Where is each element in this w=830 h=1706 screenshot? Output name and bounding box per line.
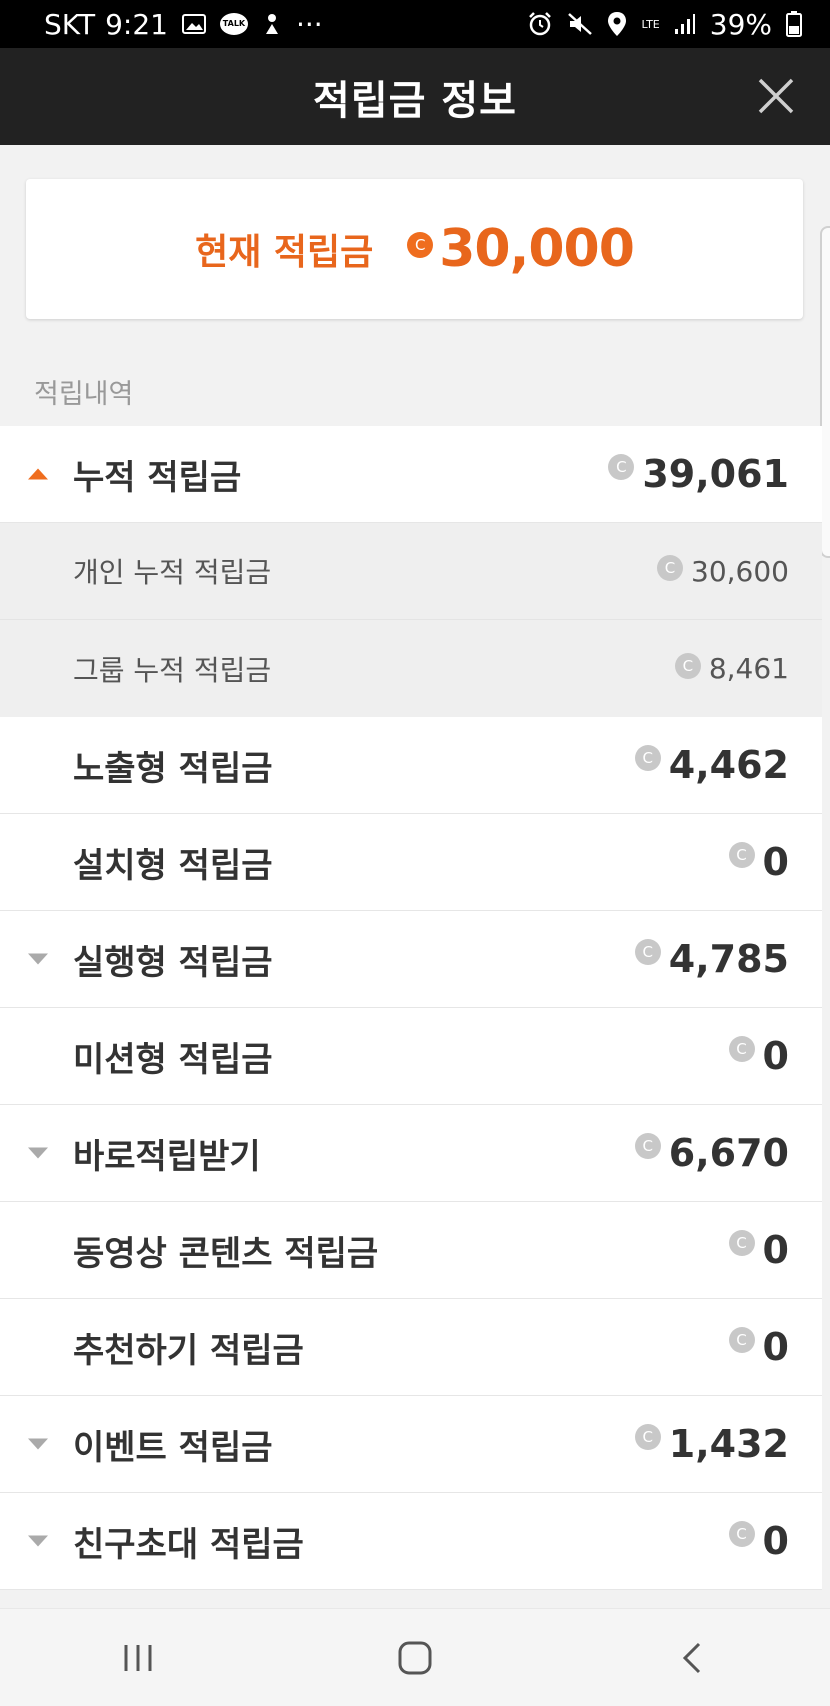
lte-indicator: LTE	[641, 17, 660, 31]
list-item[interactable]: 바로적립받기 C 6,670	[0, 1105, 822, 1202]
list-item-amount: 6,670	[668, 1131, 789, 1175]
list-item-amount: 0	[762, 840, 789, 884]
list-item-value: C 39,061	[608, 452, 789, 496]
coin-icon: C	[728, 842, 755, 868]
mute-icon	[567, 12, 593, 36]
battery-percent: 39%	[709, 7, 772, 41]
list-item: 설치형 적립금 C 0	[0, 814, 822, 911]
list-item-label: 미션형 적립금	[73, 1039, 273, 1080]
list-item-label: 추천하기 적립금	[73, 1330, 304, 1371]
system-nav-bar	[0, 1608, 830, 1706]
list-item-amount: 4,785	[668, 937, 789, 981]
list-item-value: C0	[728, 1519, 789, 1563]
coin-icon: C	[608, 454, 635, 480]
coin-icon: C	[407, 232, 434, 258]
expand-arrow-icon[interactable]	[28, 1535, 48, 1547]
status-bar: SKT 9:21 TALK ··· LTE 39%	[0, 0, 830, 48]
app-header: 적립금 정보	[0, 48, 830, 145]
list-item-value: C0	[728, 1325, 789, 1369]
list-item-amount: 0	[762, 1228, 789, 1272]
coin-icon: C	[634, 939, 661, 965]
back-button[interactable]	[662, 1628, 722, 1688]
list-item-label: 개인 누적 적립금	[73, 556, 272, 589]
list-item-value: C0	[728, 840, 789, 884]
expand-arrow-icon[interactable]	[28, 1147, 48, 1159]
clock: 9:21	[105, 7, 168, 41]
list-item-amount: 30,600	[691, 554, 789, 588]
list-item-label: 친구초대 적립금	[73, 1524, 304, 1565]
page-title: 적립금 정보	[313, 77, 517, 124]
section-label: 적립내역	[34, 379, 134, 410]
list-item: 미션형 적립금 C 0	[0, 1008, 822, 1105]
list-item-amount: 0	[762, 1034, 789, 1078]
list-item-label: 이벤트 적립금	[73, 1427, 273, 1468]
recent-apps-icon	[124, 1644, 152, 1671]
coin-icon: C	[657, 555, 684, 581]
collapse-arrow-icon[interactable]	[28, 468, 48, 480]
list-item-value: C 8,461	[674, 652, 789, 685]
close-button[interactable]	[750, 70, 802, 122]
carrier: SKT	[44, 7, 96, 41]
list-item-label: 실행형 적립금	[73, 942, 273, 983]
status-bar-left: SKT 9:21 TALK ···	[44, 8, 323, 41]
coin-icon: C	[674, 652, 701, 679]
back-icon	[682, 1642, 700, 1673]
list-item-value: C0	[728, 1228, 789, 1272]
current-points-value: 30,000	[439, 219, 635, 279]
list-item-value: C 30,600	[657, 555, 789, 588]
coin-icon: C	[728, 1230, 755, 1256]
list-item-amount: 0	[762, 1325, 789, 1369]
list-item-amount: 39,061	[642, 452, 789, 496]
coin-icon: C	[634, 1424, 661, 1450]
more-notifications: ···	[295, 7, 323, 41]
coin-icon: C	[728, 1327, 755, 1353]
list-item-label: 바로적립받기	[73, 1136, 261, 1177]
list-item-label: 누적 적립금	[73, 457, 242, 498]
home-button[interactable]	[385, 1628, 445, 1688]
home-icon	[398, 1641, 432, 1674]
current-points-card: 현재 적립금 C 30,000	[26, 179, 803, 319]
list-item-value: C0	[728, 1034, 789, 1078]
list-item: 그룹 누적 적립금 C 8,461	[0, 620, 822, 717]
list-item-amount: 8,461	[708, 652, 789, 685]
list-item[interactable]: 누적 적립금 C 39,061	[0, 426, 822, 523]
expand-arrow-icon[interactable]	[28, 1438, 48, 1450]
alarm-icon	[527, 11, 553, 37]
list-item-amount: 0	[762, 1519, 789, 1563]
list-item[interactable]: 친구초대 적립금 C 0	[0, 1493, 822, 1590]
list-item-value: C 6,670	[634, 1131, 789, 1175]
list-item-value: C 4,785	[634, 937, 789, 981]
list-item: 노출형 적립금 C 4,462	[0, 717, 822, 814]
signal-icon	[674, 13, 696, 35]
status-bar-right: LTE 39%	[527, 8, 802, 41]
list-item[interactable]: 이벤트 적립금 C 1,432	[0, 1396, 822, 1493]
list-item-label: 설치형 적립금	[73, 845, 273, 886]
current-points-label: 현재 적립금	[195, 232, 374, 273]
coin-icon: C	[634, 745, 661, 771]
battery-icon	[786, 11, 802, 37]
list-item-label: 그룹 누적 적립금	[73, 653, 272, 687]
download-icon	[262, 12, 282, 36]
list-item-value: C 4,462	[634, 743, 789, 787]
list-item-value: C 1,432	[634, 1422, 789, 1466]
image-icon	[181, 13, 206, 35]
coin-icon: C	[634, 1133, 661, 1159]
list-item-label: 동영상 콘텐츠 적립금	[73, 1233, 379, 1274]
list-item-amount: 4,462	[668, 743, 789, 787]
list-item-amount: 1,432	[668, 1422, 789, 1466]
recent-apps-button[interactable]	[108, 1628, 168, 1688]
list-item[interactable]: 실행형 적립금 C 4,785	[0, 911, 822, 1008]
coin-icon: C	[728, 1036, 755, 1062]
list-item: 동영상 콘텐츠 적립금 C 0	[0, 1202, 822, 1299]
list-item: 추천하기 적립금 C 0	[0, 1299, 822, 1396]
list-item-label: 노출형 적립금	[73, 748, 273, 789]
close-icon	[758, 78, 794, 114]
kakaotalk-icon: TALK	[219, 13, 248, 35]
location-icon	[607, 11, 627, 37]
expand-arrow-icon[interactable]	[28, 953, 48, 965]
list-item: 개인 누적 적립금 C 30,600	[0, 523, 822, 620]
coin-icon: C	[728, 1521, 755, 1547]
points-history-list: 누적 적립금 C 39,061 개인 누적 적립금 C 30,600 그룹 누적 적립금 C 8…	[0, 426, 822, 1590]
